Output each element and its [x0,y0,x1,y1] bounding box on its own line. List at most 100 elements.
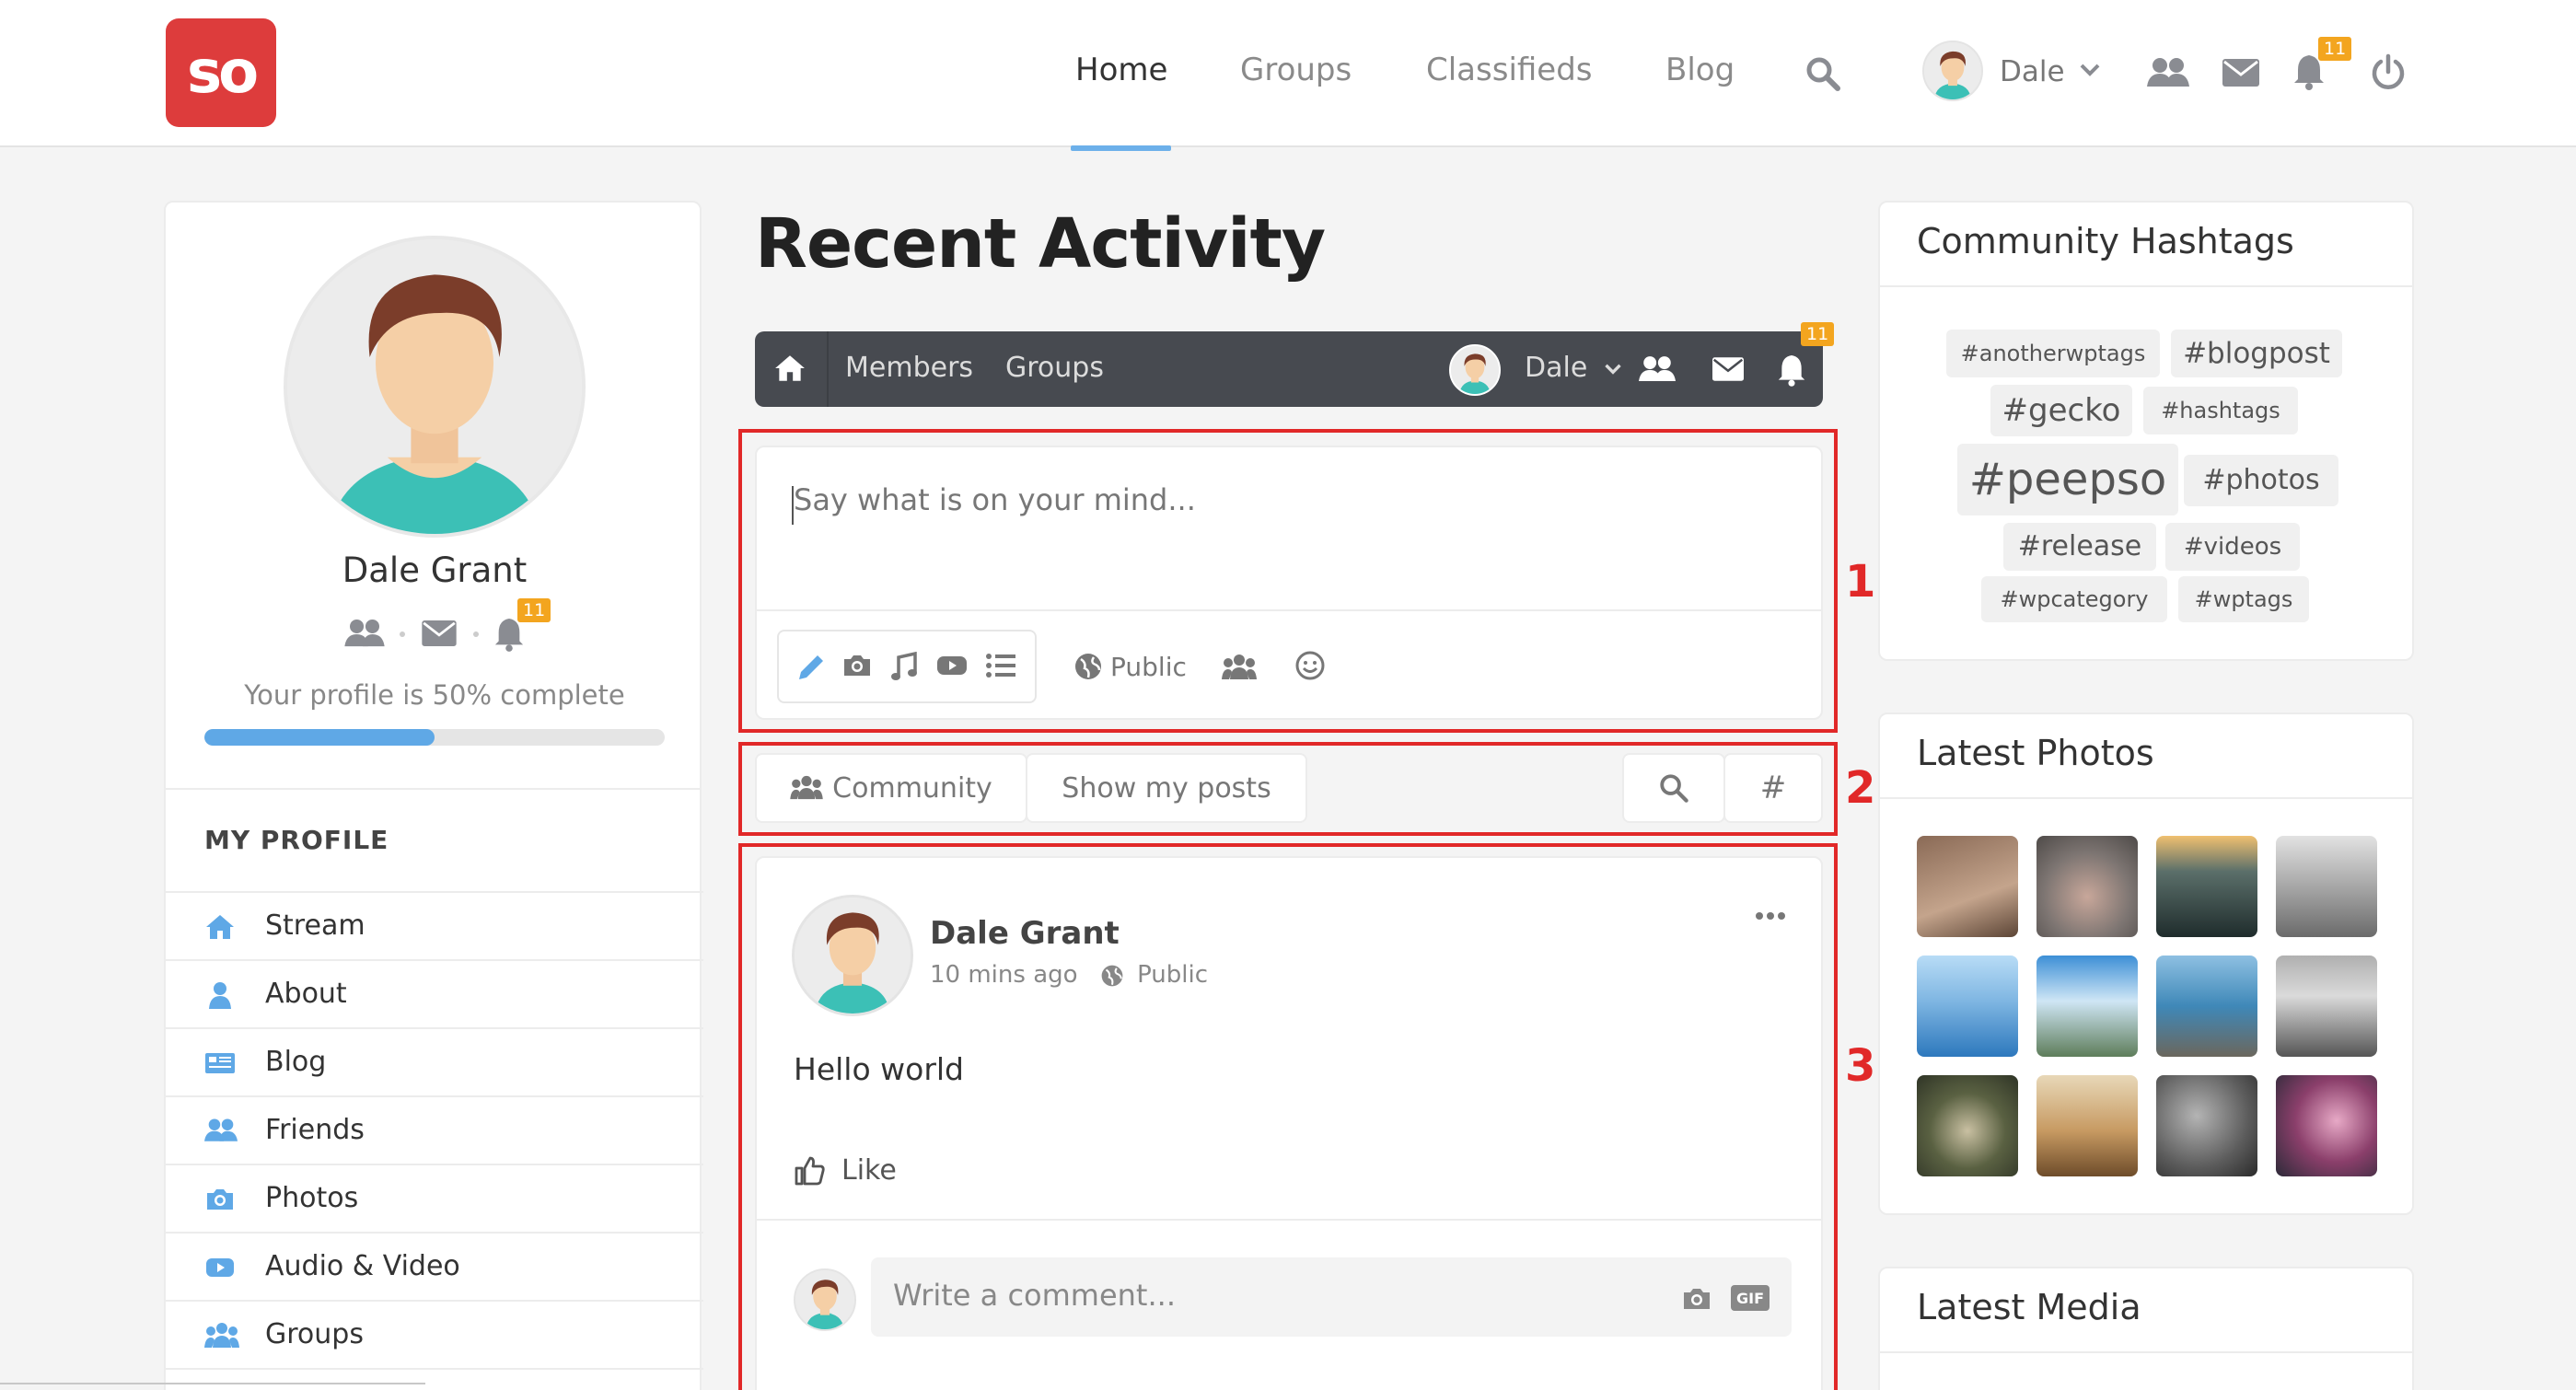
community-filter-button[interactable]: Community [755,753,1027,823]
hashtag-chip[interactable]: #wpcategory [1981,576,2167,622]
hashtag-chip[interactable]: #peepso [1957,444,2178,515]
photo-thumbnail[interactable] [2276,1075,2377,1176]
mail-icon[interactable] [1712,357,1744,381]
list-icon[interactable] [985,652,1016,679]
user-avatar[interactable] [1922,41,1983,101]
friends-icon[interactable] [344,619,385,648]
photo-thumbnail[interactable] [2276,836,2377,937]
bell-icon[interactable] [1777,353,1806,387]
photo-thumbnail[interactable] [2036,1075,2138,1176]
comment-input-box[interactable]: Write a comment... GIF [871,1257,1792,1337]
separator-dot [473,631,479,637]
comment-input[interactable]: Write a comment... [893,1278,1176,1313]
mail-icon[interactable] [2222,59,2259,87]
home-icon[interactable] [773,353,806,383]
latest-photos-title: Latest Photos [1917,733,2154,773]
photo-thumbnail[interactable] [2156,836,2257,937]
emoji-icon[interactable] [1294,650,1326,681]
chevron-down-icon[interactable] [1604,363,1622,376]
divider [1880,1351,2412,1353]
nav-blog[interactable]: Blog [1665,52,1735,88]
profile-card: Dale Grant 11 Your profile is 50% comple… [164,201,703,1390]
hashtag-chip[interactable]: #release [2003,523,2156,571]
menu-item-photos[interactable]: Photos [166,1164,703,1232]
camera-icon [204,1186,236,1213]
hashtag-filter-button[interactable]: # [1723,753,1823,823]
post-author-avatar[interactable] [792,895,913,1016]
groups-icon[interactable] [1221,654,1258,681]
nav-home[interactable]: Home [1075,52,1167,88]
scroll-indicator [0,1383,425,1384]
hashtag-chip[interactable]: #photos [2184,455,2338,506]
home-icon [204,913,236,941]
friends-icon[interactable] [2147,57,2189,88]
camera-icon[interactable] [841,652,873,679]
hashtag-chip[interactable]: #blogpost [2171,330,2342,377]
filter-search-button[interactable] [1622,753,1725,823]
activity-toolbar: Members Groups Dale 11 [755,322,1835,407]
photo-thumbnail[interactable] [2156,1075,2257,1176]
commenter-avatar [794,1268,856,1331]
power-icon[interactable] [2370,53,2407,90]
search-icon[interactable] [1804,55,1841,92]
thumbs-up-icon [794,1155,825,1187]
camera-icon[interactable] [1681,1285,1712,1313]
divider [1880,285,2412,287]
more-options-icon[interactable] [1755,911,1786,921]
show-my-posts-button[interactable]: Show my posts [1026,753,1307,823]
friends-icon[interactable] [1639,355,1676,383]
menu-item-stream[interactable]: Stream [166,891,703,959]
hashtags-title: Community Hashtags [1917,221,2294,261]
post-author-name[interactable]: Dale Grant [930,915,1120,952]
notification-badge: 11 [2318,37,2352,61]
menu-item-about[interactable]: About [166,959,703,1027]
globe-icon[interactable] [1073,652,1103,681]
photo-thumbnail[interactable] [2276,956,2377,1057]
divider [757,1219,1821,1221]
nav-classifieds[interactable]: Classifieds [1426,52,1593,88]
post-timestamp[interactable]: 10 mins ago [930,961,1078,989]
toolbar-avatar[interactable] [1449,344,1501,396]
gif-button[interactable]: GIF [1731,1285,1770,1311]
hashtag-chip[interactable]: #hashtags [2143,387,2298,434]
toolbar-members-link[interactable]: Members [845,352,973,384]
nav-groups[interactable]: Groups [1240,52,1352,88]
menu-item-blog[interactable]: Blog [166,1027,703,1095]
privacy-selector[interactable]: Public [1110,652,1187,682]
profile-avatar[interactable] [284,236,586,538]
toolbar-groups-link[interactable]: Groups [1005,352,1104,384]
photo-thumbnail[interactable] [2036,836,2138,937]
hashtag-chip[interactable]: #videos [2165,523,2300,571]
photo-thumbnail[interactable] [2036,956,2138,1057]
pencil-icon[interactable] [795,652,827,683]
hashtag-chip[interactable]: #wptags [2178,576,2309,622]
hashtag-chip[interactable]: #anotherwptags [1946,330,2160,377]
top-navbar: so Home Groups Classifieds Blog Dale 11 [0,0,2576,147]
annotation-label-2: 2 [1845,762,1876,814]
notification-badge: 11 [517,598,551,622]
annotation-label-1: 1 [1845,556,1876,608]
like-button[interactable]: Like [794,1154,897,1187]
globe-icon [1100,964,1124,988]
photo-thumbnail[interactable] [1917,836,2018,937]
mail-icon[interactable] [422,620,457,646]
post-privacy: Public [1137,961,1209,989]
photo-thumbnail[interactable] [1917,956,2018,1057]
chevron-down-icon[interactable] [2079,63,2101,77]
user-name[interactable]: Dale [2000,55,2065,88]
composer-input[interactable]: Say what is on your mind... [794,482,1196,517]
toolbar-user-name[interactable]: Dale [1525,352,1587,384]
music-icon[interactable] [889,652,919,683]
photo-thumbnail[interactable] [2156,956,2257,1057]
hashtag-chip[interactable]: #gecko [1990,385,2132,436]
divider [166,1368,703,1390]
profile-name: Dale Grant [342,550,528,590]
menu-item-friends[interactable]: Friends [166,1095,703,1164]
menu-item-groups[interactable]: Groups [166,1300,703,1368]
menu-item-audio-video[interactable]: Audio & Video [166,1232,703,1300]
profile-completion-text: Your profile is 50% complete [244,679,625,711]
user-icon [204,981,236,1009]
site-logo[interactable]: so [166,18,276,127]
video-icon[interactable] [935,652,969,679]
photo-thumbnail[interactable] [1917,1075,2018,1176]
